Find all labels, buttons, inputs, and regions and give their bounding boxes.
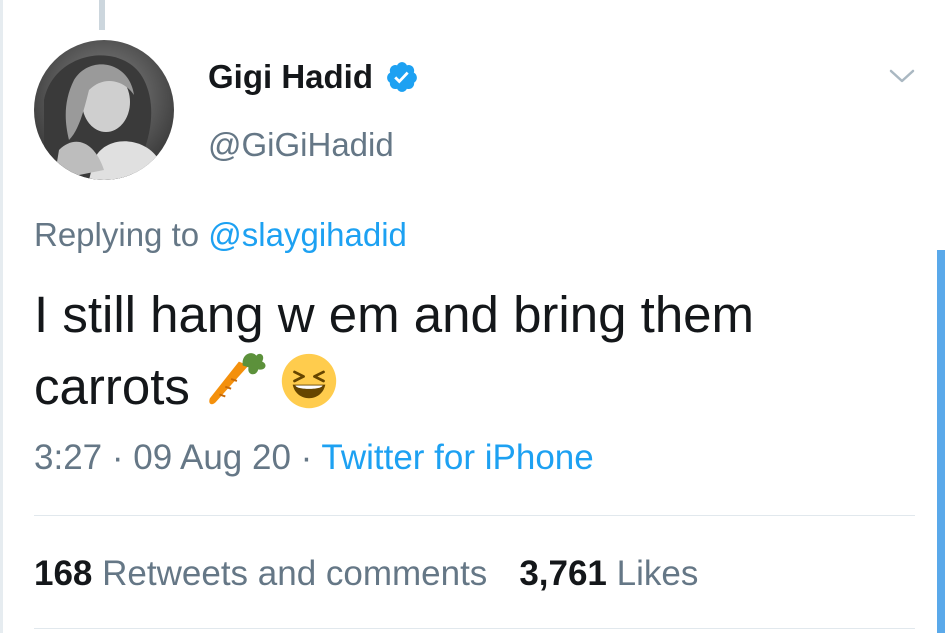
thread-connector-line: [99, 0, 105, 30]
left-edge-border: [0, 0, 3, 633]
grinning-squinting-face-emoji: [280, 352, 338, 410]
meta-separator: ·: [111, 438, 124, 477]
retweets-label: Retweets and comments: [102, 554, 488, 593]
scroll-indicator[interactable]: [937, 250, 945, 633]
carrot-emoji: [204, 348, 266, 410]
engagement-stats: 168 Retweets and comments 3,761 Likes: [34, 554, 698, 594]
tweet-text-line-2-words: carrots: [34, 358, 190, 415]
divider: [34, 515, 915, 516]
author-name-row[interactable]: Gigi Hadid: [208, 58, 419, 96]
chevron-down-icon[interactable]: [889, 66, 915, 86]
tweet-meta: 3:27 · 09 Aug 20 · Twitter for iPhone: [34, 438, 594, 478]
likes-stat[interactable]: 3,761 Likes: [519, 554, 698, 593]
likes-label: Likes: [616, 554, 699, 593]
tweet-text-line-2: carrots: [34, 348, 914, 420]
avatar[interactable]: [34, 40, 174, 180]
meta-separator: ·: [300, 438, 313, 477]
reply-mention-link[interactable]: @slaygihadid: [208, 216, 407, 253]
replying-to-line: Replying to @slaygihadid: [34, 216, 407, 254]
retweets-count: 168: [34, 554, 93, 593]
tweet-date[interactable]: 09 Aug 20: [133, 438, 291, 477]
tweet-text: I still hang w em and bring them carrots: [34, 282, 914, 420]
verified-badge-icon: [385, 60, 419, 94]
retweets-stat[interactable]: 168 Retweets and comments: [34, 554, 487, 593]
replying-to-prefix: Replying to: [34, 216, 200, 253]
tweet-time[interactable]: 3:27: [34, 438, 102, 477]
tweet-source-link[interactable]: Twitter for iPhone: [321, 438, 593, 477]
display-name[interactable]: Gigi Hadid: [208, 58, 373, 96]
likes-count: 3,761: [519, 554, 607, 593]
divider-bottom: [34, 628, 915, 629]
author-handle[interactable]: @GiGiHadid: [208, 126, 394, 164]
tweet-text-line-1: I still hang w em and bring them: [34, 286, 755, 343]
